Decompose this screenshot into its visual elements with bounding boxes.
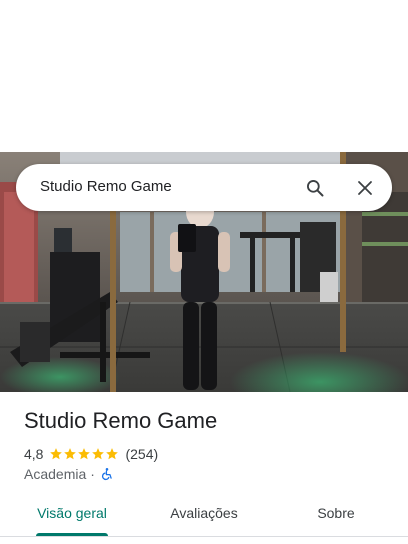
- tabs-divider: [0, 536, 408, 537]
- search-bar[interactable]: Studio Remo Game: [16, 164, 392, 211]
- tab-reviews[interactable]: Avaliações: [154, 496, 254, 536]
- star-icon: [92, 448, 105, 460]
- search-icon: [307, 180, 324, 197]
- review-count: (254): [125, 446, 159, 462]
- place-category: Academia: [24, 466, 87, 482]
- tab-overview-label: Visão geral: [37, 505, 107, 521]
- tab-overview[interactable]: Visão geral: [24, 496, 120, 536]
- star-icon: [64, 448, 77, 460]
- star-icon: [50, 448, 63, 460]
- search-input[interactable]: Studio Remo Game: [40, 178, 172, 195]
- place-tabs: Visão geral Avaliações Sobre: [0, 496, 408, 537]
- clear-search-button[interactable]: [352, 175, 378, 201]
- tab-about-label: Sobre: [317, 505, 355, 521]
- search-button[interactable]: [302, 175, 328, 201]
- star-icon: [106, 448, 119, 460]
- place-title: Studio Remo Game: [24, 408, 218, 433]
- tab-about[interactable]: Sobre: [296, 496, 376, 536]
- separator-dot: ·: [90, 466, 95, 482]
- close-icon: [358, 181, 372, 195]
- star-icon: [78, 448, 91, 460]
- rating-row[interactable]: 4,8 (254): [24, 445, 158, 463]
- star-rating: [49, 447, 119, 461]
- wheelchair-icon: [101, 468, 112, 481]
- tab-reviews-label: Avaliações: [170, 505, 238, 521]
- category-row: Academia ·: [24, 465, 114, 483]
- rating-value: 4,8: [24, 446, 44, 462]
